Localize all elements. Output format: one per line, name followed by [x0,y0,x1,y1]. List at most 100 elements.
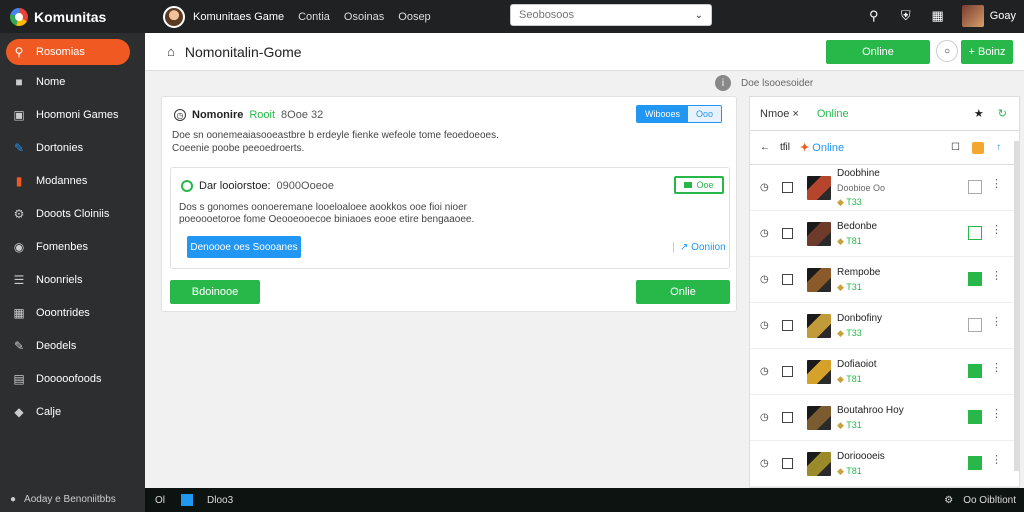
user-name[interactable]: Goay [990,10,1016,22]
list-item[interactable]: ◷ Boutahroo Hoy ◆ T31 ⋮ [750,395,1019,441]
list-item[interactable]: ◷ Dofiaoiot ◆ T81 ⋮ [750,349,1019,395]
more-icon[interactable]: ⋮ [991,361,1002,374]
card-name[interactable]: Nomonire [192,109,243,121]
game-thumbnail[interactable] [807,267,831,292]
filter-label[interactable]: tfil [780,142,790,153]
taskbar-title[interactable]: Dloo3 [207,495,233,506]
toggle-other[interactable]: Ooo [688,106,722,122]
bookmark-icon[interactable]: ☐ [951,142,960,154]
community-avatar[interactable] [163,5,185,28]
list-item[interactable]: ◷ Dorioooeis ◆ T81 ⋮ [750,441,1019,487]
list-item-title[interactable]: Dofiaoiot [837,358,876,372]
row-status-box[interactable] [968,364,982,378]
more-icon[interactable]: ⋮ [991,453,1002,466]
list-item[interactable]: ◷ Donbofiny ◆ T33 ⋮ [750,303,1019,349]
sidebar-item-7[interactable]: ☰ Noonriels [0,263,145,296]
list-item[interactable]: ◷ Bedonbe ◆ T81 ⋮ [750,211,1019,257]
more-icon[interactable]: ⋮ [991,269,1002,282]
row-status-box[interactable] [968,456,982,470]
game-thumbnail[interactable] [807,405,831,430]
grid-icon[interactable]: ▦ [930,8,946,24]
card-right-button[interactable]: Onlie [636,280,730,304]
row-checkbox[interactable] [782,228,793,239]
sidebar-item-6[interactable]: ◉ Fomenbes [0,230,145,263]
taskbar-left[interactable]: Ol [155,495,165,506]
card-header: ◷ Nomonire Rooit 8Ooe 32 [174,109,323,121]
row-checkbox[interactable] [782,366,793,377]
toggle-active[interactable]: Wibooes [637,106,689,122]
row-status-box[interactable] [968,226,982,240]
list-item-title[interactable]: Boutahroo Hoy [837,404,904,418]
row-status-box[interactable] [968,410,982,424]
sidebar-item-9[interactable]: ✎ Deodels [0,329,145,362]
search-input[interactable] [519,9,689,21]
card-left-button[interactable]: Bdoinooe [170,280,260,304]
row-status-box[interactable] [968,318,982,332]
sub-card-link[interactable]: ↗ Ooniion [673,242,726,253]
game-thumbnail[interactable] [807,313,831,338]
row-checkbox[interactable] [782,412,793,423]
user-avatar[interactable] [961,5,984,27]
taskbar-app-icon[interactable] [181,494,193,506]
game-thumbnail[interactable] [807,359,831,384]
community-title[interactable]: Komunitaes Game [193,11,284,23]
row-checkbox[interactable] [782,320,793,331]
chevron-down-icon[interactable]: ⌄ [695,10,703,21]
list-item-title[interactable]: Dorioooeis [837,450,885,464]
settings-icon[interactable]: ⚙ [944,495,953,506]
people-icon[interactable]: ★ [974,107,984,120]
row-checkbox[interactable] [782,274,793,285]
scrollbar[interactable] [1014,141,1020,471]
search-icon[interactable]: ⚲ [866,8,882,24]
sidebar-item-2[interactable]: ▣ Hoomoni Games [0,98,145,131]
sidebar-item-0[interactable]: ⚲ Rosomias [6,39,130,65]
top-menu-item-1[interactable]: Contia [298,11,330,23]
sidebar-item-10[interactable]: ▤ Dooooofoods [0,362,145,395]
more-icon[interactable]: ⋮ [991,223,1002,236]
search-box[interactable]: ⌄ [510,4,712,26]
top-menu-item-2[interactable]: Osoinas [344,11,384,23]
more-icon[interactable]: ⋮ [991,315,1002,328]
row-checkbox[interactable] [782,182,793,193]
more-icon[interactable]: ⋮ [991,407,1002,420]
status-circle-button[interactable]: ○ [936,40,958,62]
online-button[interactable]: Online [826,40,930,64]
list-item-title[interactable]: Rempobe [837,266,880,280]
sidebar-footer-text[interactable]: Aoday e Benoniitbbs [24,494,116,505]
list-item[interactable]: ◷ Rempobe ◆ T31 ⋮ [750,257,1019,303]
sidebar-item-3[interactable]: ✎ Dortonies [0,131,145,164]
row-checkbox[interactable] [782,458,793,469]
pin-icon[interactable]: ↑ [996,142,1001,154]
brand[interactable]: Komunitas [0,0,145,33]
sidebar-item-1[interactable]: ■ Nome [0,65,145,98]
primary-action-button[interactable]: Denoooe oes Soooanes [187,236,301,258]
taskbar-right-text[interactable]: Oo Oibltiont [963,495,1016,506]
orange-square-icon[interactable] [972,141,984,154]
refresh-icon[interactable]: ↻ [998,107,1007,120]
shield-icon[interactable]: ⛨ [898,8,914,24]
game-thumbnail[interactable] [807,451,831,476]
list-item-tag-label: T81 [846,373,862,384]
row-status-box[interactable] [968,180,982,194]
online-filter[interactable]: ✦ Online [800,141,844,154]
sub-card-badge[interactable]: Ooe [674,176,724,194]
top-menu-item-3[interactable]: Oosep [398,11,430,23]
list-item-title[interactable]: Doobhine [837,167,885,181]
add-button[interactable]: + Boinz [961,40,1013,64]
home-icon[interactable]: ⌂ [167,44,175,59]
back-arrow-icon[interactable]: ← [760,142,770,153]
sidebar-item-5[interactable]: ⚙ Dooots Cloiniis [0,197,145,230]
game-thumbnail[interactable] [807,175,831,200]
game-thumbnail[interactable] [807,221,831,246]
more-icon[interactable]: ⋮ [991,177,1002,190]
sidebar-item-8[interactable]: ▦ Ooontrides [0,296,145,329]
tab-name[interactable]: Nmoe × [750,108,809,120]
tab-online[interactable]: Online [817,108,849,120]
sidebar-item-4[interactable]: ▮ Modannes [0,164,145,197]
info-icon[interactable]: i [715,75,731,91]
list-item-title[interactable]: Donbofiny [837,312,882,326]
list-item[interactable]: ◷ Doobhine Doobioe Oo ◆ T33 ⋮ [750,165,1019,211]
list-item-title[interactable]: Bedonbe [837,220,877,234]
sidebar-item-11[interactable]: ◆ Calje [0,395,145,428]
row-status-box[interactable] [968,272,982,286]
